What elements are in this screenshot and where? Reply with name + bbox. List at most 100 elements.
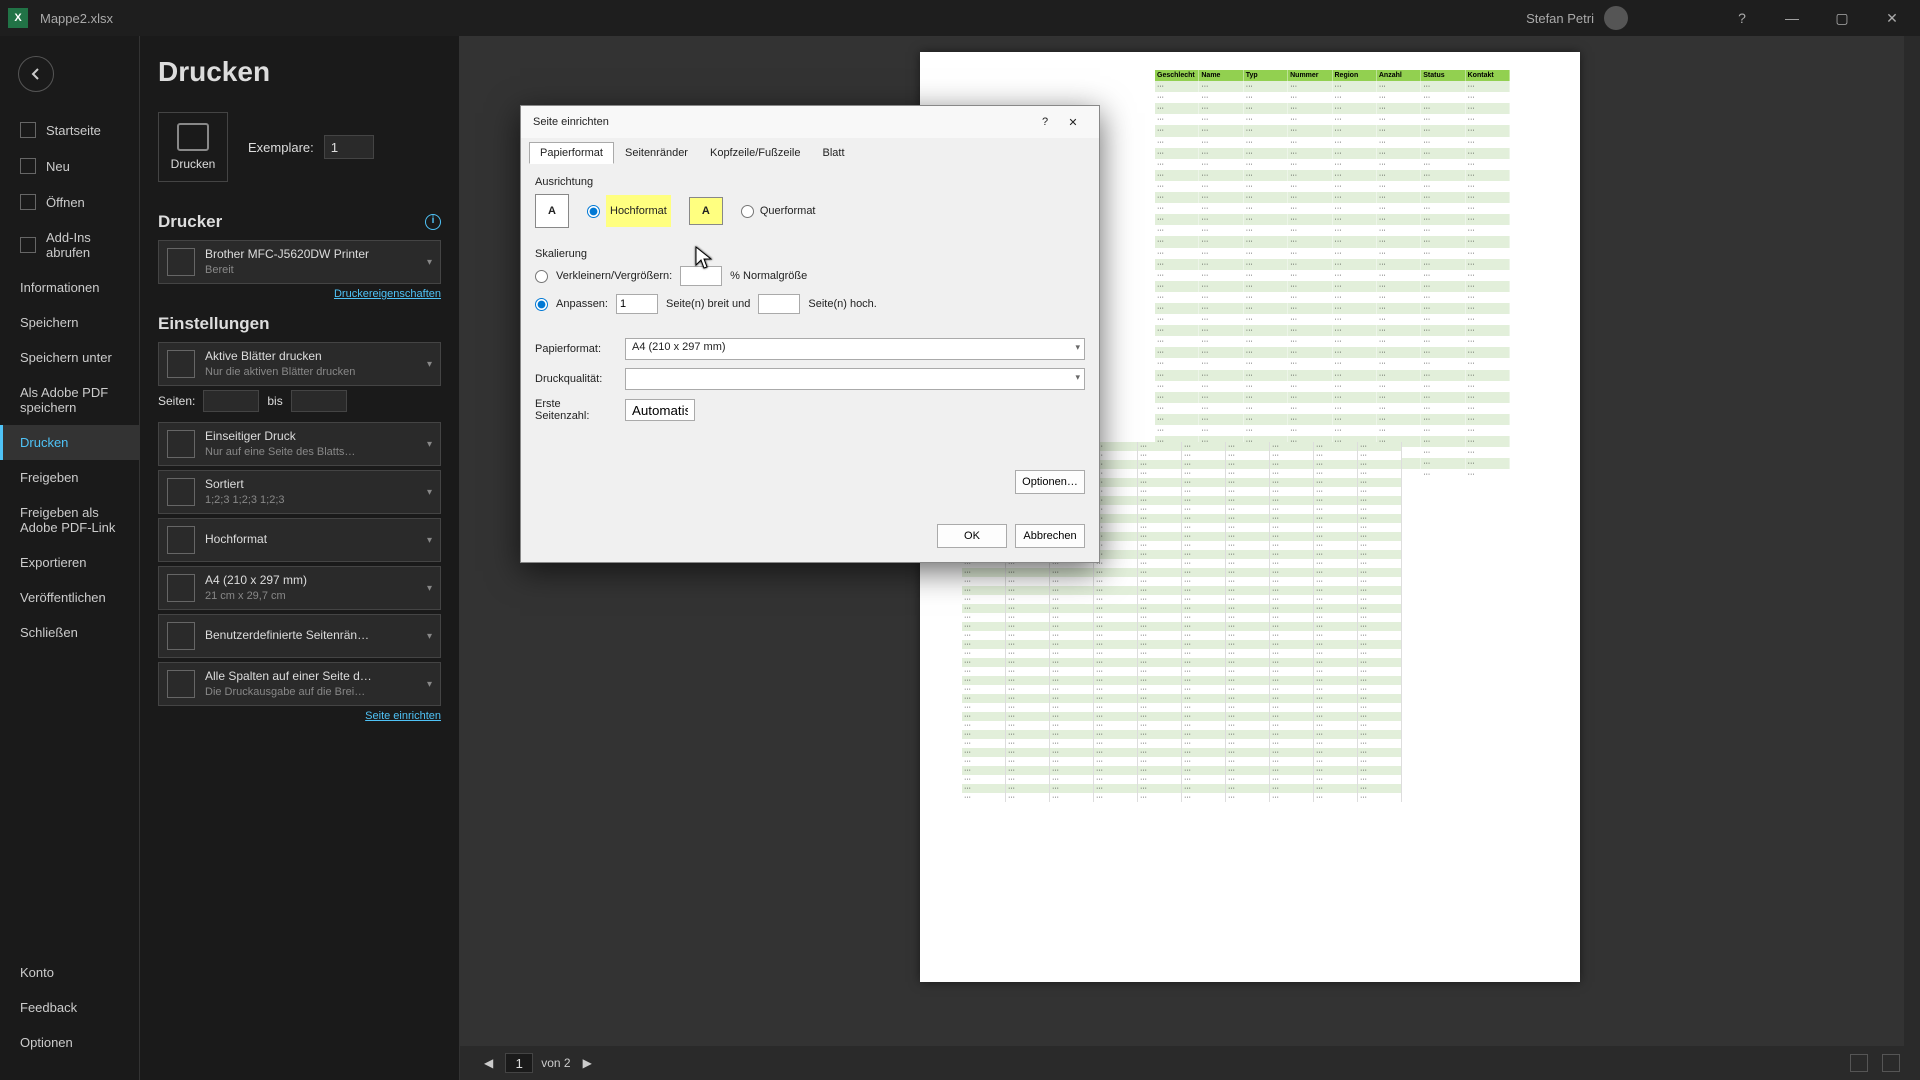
preview-data-table-top: GeschlechtNameTypNummerRegionAnzahlStatu…: [1155, 70, 1510, 480]
chevron-down-icon: ▾: [427, 535, 432, 546]
collate-icon: [167, 478, 195, 506]
adjust-suffix: % Normalgröße: [730, 270, 807, 282]
paper-dropdown[interactable]: A4 (210 x 297 mm) 21 cm x 29,7 cm ▾: [158, 566, 441, 610]
print-quality-label: Druckqualität:: [535, 373, 615, 385]
printer-icon: [177, 123, 209, 151]
chevron-down-icon: ▾: [427, 359, 432, 370]
collate-dropdown[interactable]: Sortiert 1;2;3 1;2;3 1;2;3 ▾: [158, 470, 441, 514]
portrait-label: Hochformat: [606, 195, 671, 227]
portrait-preview-icon: A: [535, 194, 569, 228]
portrait-radio[interactable]: [587, 205, 600, 218]
back-button[interactable]: [18, 56, 54, 92]
orientation-dropdown[interactable]: Hochformat ▾: [158, 518, 441, 562]
sync-icon[interactable]: [1646, 10, 1662, 26]
sheets-icon: [167, 350, 195, 378]
first-page-input[interactable]: [625, 399, 695, 421]
chevron-down-icon: ▾: [1075, 342, 1080, 353]
nav-neu[interactable]: Neu: [0, 148, 139, 184]
next-page-button[interactable]: ▶: [579, 1056, 596, 1070]
nav-informationen[interactable]: Informationen: [0, 270, 139, 305]
fit-wide-input[interactable]: [616, 294, 658, 314]
nav-schliessen[interactable]: Schließen: [0, 615, 139, 650]
nav-drucken[interactable]: Drucken: [0, 425, 139, 460]
fit-radio[interactable]: [535, 298, 548, 311]
pages-to-input[interactable]: [291, 390, 347, 412]
margins-dropdown[interactable]: Benutzerdefinierte Seitenrän… ▾: [158, 614, 441, 658]
nav-speichern[interactable]: Speichern: [0, 305, 139, 340]
adjust-label: Verkleinern/Vergrößern:: [556, 270, 672, 282]
dialog-help-button[interactable]: ?: [1031, 108, 1059, 136]
nav-adobe-link[interactable]: Freigeben als Adobe PDF-Link: [0, 495, 139, 545]
minimize-button[interactable]: —: [1772, 10, 1812, 26]
help-button[interactable]: ?: [1722, 10, 1762, 26]
addins-icon: [20, 237, 36, 253]
portrait-icon: [167, 526, 195, 554]
first-page-label: Erste Seitenzahl:: [535, 398, 615, 422]
fit-label: Anpassen:: [556, 298, 608, 310]
close-button[interactable]: ✕: [1872, 10, 1912, 27]
pages-label: Seiten:: [158, 394, 195, 408]
pages-from-input[interactable]: [203, 390, 259, 412]
nav-offnen[interactable]: Öffnen: [0, 184, 139, 220]
titlebar: X Mappe2.xlsx Stefan Petri ? — ▢ ✕: [0, 0, 1920, 36]
nav-exportieren[interactable]: Exportieren: [0, 545, 139, 580]
adjust-percent-input[interactable]: [680, 266, 722, 286]
printer-device-icon: [167, 248, 195, 276]
printer-properties-link[interactable]: Druckereigenschaften: [334, 288, 441, 300]
nav-adobe-pdf[interactable]: Als Adobe PDF speichern: [0, 375, 139, 425]
paper-format-select[interactable]: A4 (210 x 297 mm) ▾: [625, 338, 1085, 360]
print-button[interactable]: Drucken: [158, 112, 228, 182]
ok-button[interactable]: OK: [937, 524, 1007, 548]
scaling-dropdown[interactable]: Alle Spalten auf einer Seite d… Die Druc…: [158, 662, 441, 706]
dialog-title: Seite einrichten: [533, 116, 1031, 128]
chevron-down-icon: ▾: [427, 257, 432, 268]
sides-dropdown[interactable]: Einseitiger Druck Nur auf eine Seite des…: [158, 422, 441, 466]
user-area: Stefan Petri ? — ▢ ✕: [1526, 6, 1912, 30]
prev-page-button[interactable]: ◀: [480, 1056, 497, 1070]
print-what-dropdown[interactable]: Aktive Blätter drucken Nur die aktiven B…: [158, 342, 441, 386]
landscape-radio[interactable]: [741, 205, 754, 218]
chevron-down-icon: ▾: [427, 583, 432, 594]
fit-icon: [167, 670, 195, 698]
username: Stefan Petri: [1526, 11, 1594, 26]
paper-format-label: Papierformat:: [535, 343, 615, 355]
fit-tall-label: Seite(n) hoch.: [808, 298, 876, 310]
fit-tall-input[interactable]: [758, 294, 800, 314]
chevron-down-icon: ▾: [427, 679, 432, 690]
print-panel: Drucken Drucken Exemplare: Drucker i Bro…: [140, 36, 460, 1080]
zoom-to-page-button[interactable]: [1882, 1054, 1900, 1072]
info-icon[interactable]: i: [425, 214, 441, 230]
tab-kopfzeile[interactable]: Kopfzeile/Fußzeile: [699, 142, 812, 164]
printer-dropdown[interactable]: Brother MFC-J5620DW Printer Bereit ▾: [158, 240, 441, 284]
nav-addins[interactable]: Add-Ins abrufen: [0, 220, 139, 270]
nav-veroffentlichen[interactable]: Veröffentlichen: [0, 580, 139, 615]
tab-seitenrander[interactable]: Seitenränder: [614, 142, 699, 164]
print-quality-select[interactable]: ▾: [625, 368, 1085, 390]
cancel-button[interactable]: Abbrechen: [1015, 524, 1085, 548]
nav-speichern-unter[interactable]: Speichern unter: [0, 340, 139, 375]
nav-freigeben[interactable]: Freigeben: [0, 460, 139, 495]
vertical-scrollbar[interactable]: [1904, 36, 1920, 1046]
avatar[interactable]: [1604, 6, 1628, 30]
tab-blatt[interactable]: Blatt: [811, 142, 855, 164]
nav-konto[interactable]: Konto: [0, 955, 139, 990]
tab-papierformat[interactable]: Papierformat: [529, 142, 614, 164]
page-setup-link[interactable]: Seite einrichten: [365, 710, 441, 722]
new-icon: [20, 158, 36, 174]
page-total-label: von 2: [541, 1056, 570, 1070]
show-margins-button[interactable]: [1850, 1054, 1868, 1072]
chevron-down-icon: ▾: [427, 487, 432, 498]
nav-startseite[interactable]: Startseite: [0, 112, 139, 148]
page-number-input[interactable]: [505, 1053, 533, 1073]
margins-icon: [167, 622, 195, 650]
nav-feedback[interactable]: Feedback: [0, 990, 139, 1025]
preview-footer: ◀ von 2 ▶: [460, 1046, 1920, 1080]
options-button[interactable]: Optionen…: [1015, 470, 1085, 494]
copies-input[interactable]: [324, 135, 374, 159]
adjust-radio[interactable]: [535, 270, 548, 283]
excel-icon: X: [8, 8, 28, 28]
nav-optionen[interactable]: Optionen: [0, 1025, 139, 1060]
dialog-close-button[interactable]: ✕: [1059, 108, 1087, 136]
maximize-button[interactable]: ▢: [1822, 10, 1862, 27]
notify-icon[interactable]: [1688, 10, 1704, 26]
